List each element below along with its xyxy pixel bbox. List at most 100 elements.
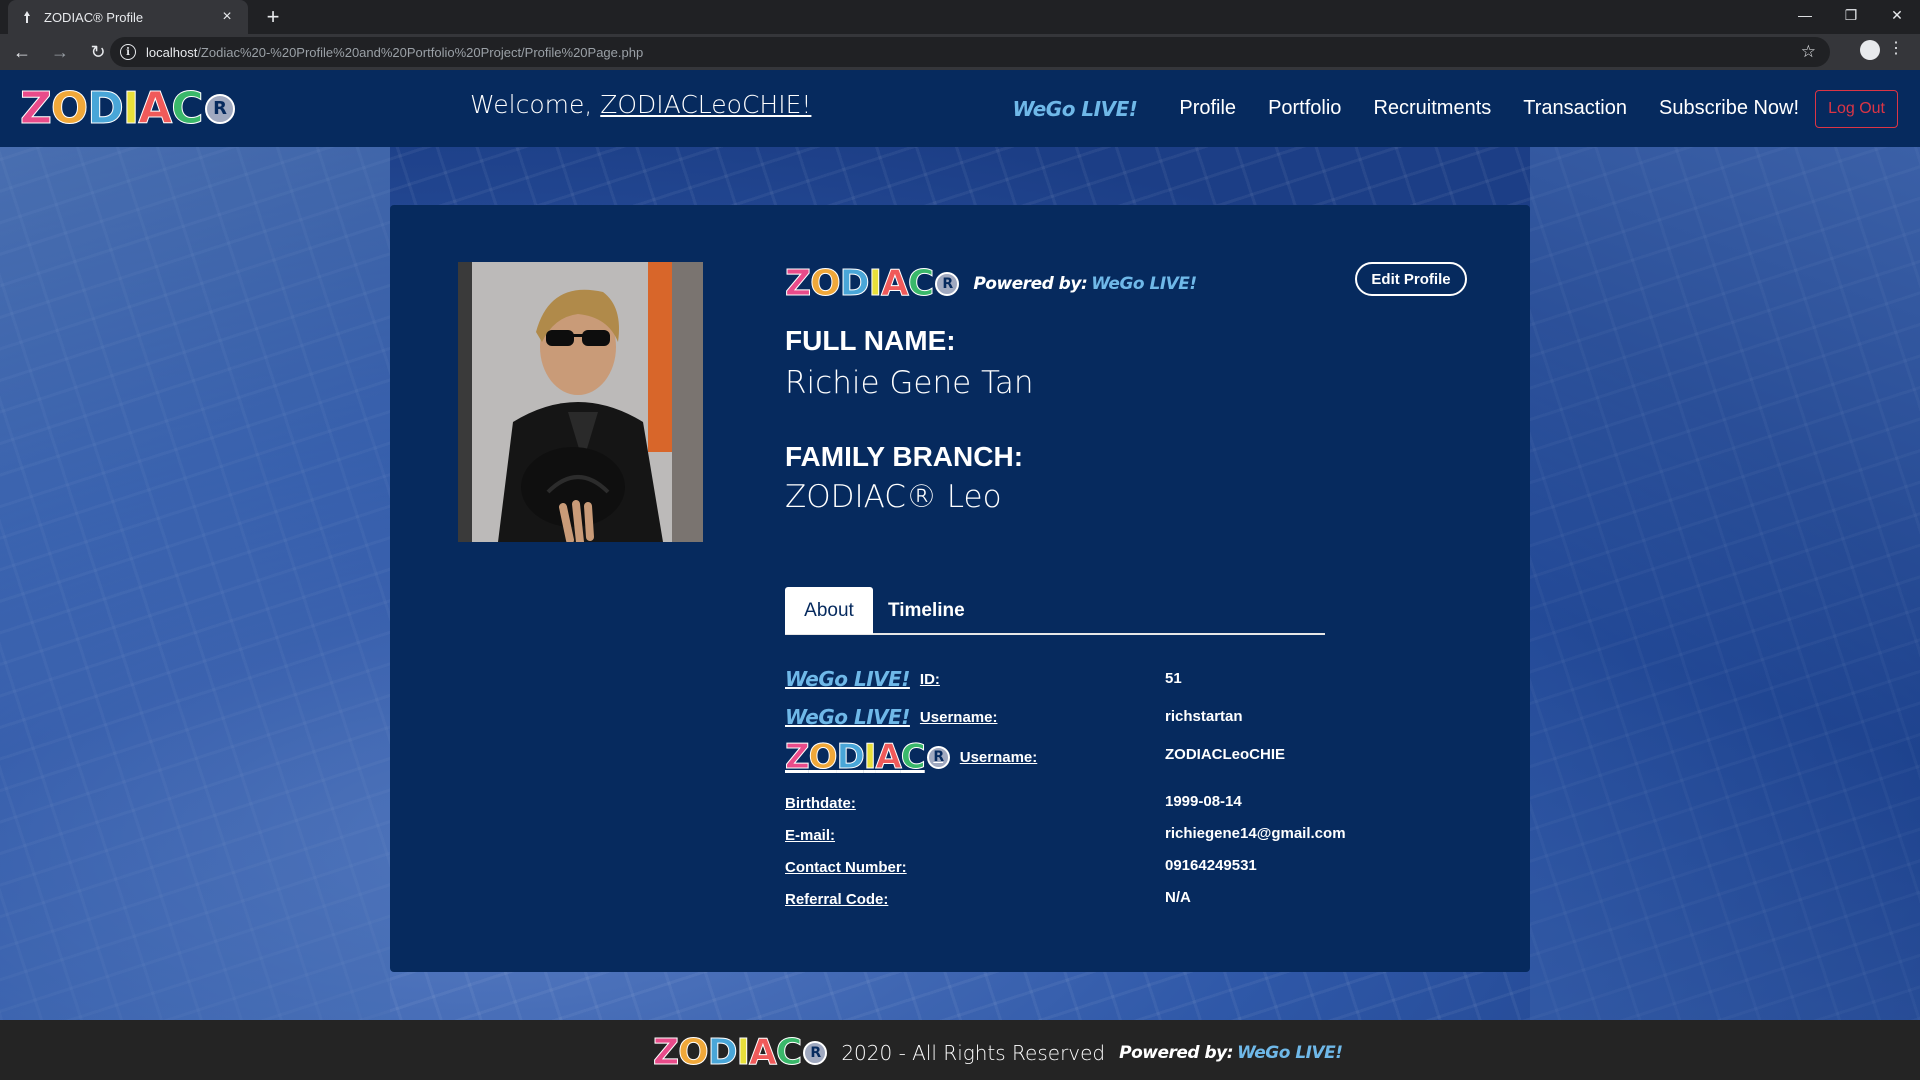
url-path: /Zodiac%20-%20Profile%20and%20Portfolio%…	[197, 44, 644, 60]
email-label: E-mail:	[785, 827, 836, 844]
logo-letter: D	[836, 737, 865, 778]
site-info-icon[interactable]: i	[120, 44, 136, 60]
wego-live-logo: WeGo LIVE!	[1237, 1042, 1343, 1063]
logo-letter: A	[138, 83, 173, 135]
welcome-username-link[interactable]: ZODIACLeoCHIE!	[600, 90, 811, 119]
wego-live-logo: WeGo LIVE!	[785, 667, 910, 691]
id-label: ID:	[919, 670, 940, 688]
logo-letter: Z	[20, 83, 53, 135]
welcome-message: Welcome, ZODIACLeoCHIE!	[470, 90, 811, 119]
powered-by-text: Powered by:	[973, 273, 1088, 294]
id-row-label: WeGo LIVE! ID:	[785, 667, 940, 691]
favicon-icon	[20, 10, 34, 24]
nav-link-portfolio[interactable]: Portfolio	[1268, 97, 1341, 120]
close-tab-icon[interactable]: ×	[218, 8, 236, 26]
tab-timeline[interactable]: Timeline	[888, 587, 965, 634]
logo-letter: C	[171, 83, 204, 135]
logo-letter: Z	[785, 737, 811, 778]
zodiac-username-row-label: ZODIACR Username:	[785, 737, 1038, 778]
birthdate-value: 1999-08-14	[1165, 793, 1242, 810]
browser-menu-icon[interactable]: ⋮	[1888, 41, 1904, 57]
back-icon[interactable]: ←	[6, 36, 38, 68]
logo-letter: I	[863, 737, 877, 778]
nav-link-profile[interactable]: Profile	[1179, 97, 1236, 120]
edit-profile-button[interactable]: Edit Profile	[1355, 262, 1467, 296]
tab-title: ZODIAC® Profile	[44, 9, 144, 25]
wego-live-logo: WeGo LIVE!	[785, 705, 910, 729]
wego-username-label: Username:	[919, 708, 998, 726]
logo-letter: I	[736, 1032, 750, 1074]
forward-icon[interactable]: →	[44, 36, 76, 68]
url-host: localhost	[146, 44, 198, 60]
nav-link-subscribe[interactable]: Subscribe Now!	[1659, 97, 1799, 120]
profile-card: ZODIACR Powered by: WeGo LIVE! Edit Prof…	[390, 205, 1530, 972]
full-name-label: FULL NAME:	[785, 325, 956, 356]
nav-link-transaction[interactable]: Transaction	[1523, 97, 1627, 120]
close-window-icon[interactable]: ✕	[1874, 0, 1920, 30]
birthdate-label: Birthdate:	[785, 795, 856, 812]
logo-letter: O	[678, 1032, 710, 1074]
background-building-left	[0, 147, 390, 1020]
contact-label: Contact Number:	[785, 859, 907, 876]
account-avatar-icon[interactable]	[1860, 40, 1880, 60]
zodiac-logo-card: ZODIACR	[784, 263, 960, 305]
registered-mark-icon: R	[803, 1040, 828, 1065]
logo-letter: I	[122, 83, 139, 135]
logo-letter: I	[868, 263, 882, 305]
footer-content: ZODIACR 2020 - All Rights Reserved Power…	[652, 1032, 1343, 1074]
background-building-right	[1530, 147, 1920, 1020]
powered-by-text: Powered by:	[1119, 1042, 1234, 1063]
logo-letter: D	[839, 263, 870, 305]
profile-tabs: About Timeline	[785, 587, 1325, 635]
logo-letter: C	[900, 737, 926, 778]
contact-value: 09164249531	[1165, 857, 1257, 874]
bookmark-star-icon[interactable]: ☆	[1801, 42, 1816, 62]
family-branch-label: FAMILY BRANCH:	[785, 441, 1024, 472]
nav-link-recruitments[interactable]: Recruitments	[1373, 97, 1491, 120]
logo-letter: Z	[784, 263, 811, 305]
page: ZODIACR Welcome, ZODIACLeoCHIE! WeGo LIV…	[0, 70, 1920, 1080]
tab-about[interactable]: About	[785, 587, 873, 634]
zodiac-username-label: Username:	[959, 748, 1038, 766]
family-branch-value: ZODIAC® Leo	[785, 479, 1002, 515]
wego-username-value: richstartan	[1165, 708, 1243, 725]
nav-links: WeGo LIVE! Profile Portfolio Recruitment…	[1012, 70, 1920, 147]
zodiac-username-value: ZODIACLeoCHIE	[1165, 746, 1285, 763]
zodiac-logo-footer: ZODIACR	[652, 1032, 828, 1074]
card-brand-logos: ZODIACR Powered by: WeGo LIVE!	[784, 263, 1197, 305]
logo-letter: O	[808, 737, 838, 778]
profile-photo	[458, 262, 703, 542]
logo-letter: A	[749, 1032, 778, 1074]
logo-letter: A	[881, 263, 910, 305]
browser-tabstrip: ZODIAC® Profile × + — ❐ ✕	[0, 0, 1920, 34]
site-navbar: ZODIACR Welcome, ZODIACLeoCHIE! WeGo LIV…	[0, 70, 1920, 147]
email-value: richiegene14@gmail.com	[1165, 825, 1346, 842]
footer-copyright: 2020 - All Rights Reserved	[841, 1040, 1106, 1065]
zodiac-logo-small: ZODIACR	[785, 737, 950, 778]
minimize-icon[interactable]: —	[1782, 0, 1828, 30]
wego-live-logo: WeGo LIVE!	[1091, 273, 1197, 294]
wego-live-nav-logo[interactable]: WeGo LIVE!	[1012, 97, 1137, 121]
logo-letter: A	[875, 737, 902, 778]
restore-icon[interactable]: ❐	[1828, 0, 1874, 30]
registered-mark-icon: R	[935, 271, 960, 296]
logo-letter: O	[810, 263, 842, 305]
logo-letter: D	[87, 83, 125, 135]
id-value: 51	[1165, 670, 1182, 687]
logout-button[interactable]: Log Out	[1815, 89, 1898, 128]
full-name-value: Richie Gene Tan	[785, 365, 1034, 401]
new-tab-icon[interactable]: +	[260, 4, 286, 30]
logo-letter: Z	[652, 1032, 679, 1074]
referral-value: N/A	[1165, 889, 1191, 906]
logo-letter: C	[907, 263, 934, 305]
logo-letter: D	[707, 1032, 738, 1074]
registered-mark-icon: R	[204, 93, 235, 124]
browser-tab[interactable]: ZODIAC® Profile ×	[8, 0, 248, 34]
browser-toolbar: ← → ↻ i localhost /Zodiac%20-%20Profile%…	[0, 34, 1920, 70]
referral-label: Referral Code:	[785, 891, 889, 908]
address-bar[interactable]: i localhost /Zodiac%20-%20Profile%20and%…	[110, 37, 1830, 67]
logo-letter: O	[50, 83, 88, 135]
zodiac-logo[interactable]: ZODIACR	[20, 83, 235, 135]
site-footer: ZODIACR 2020 - All Rights Reserved Power…	[0, 1020, 1920, 1080]
window-controls: — ❐ ✕	[1782, 0, 1920, 34]
